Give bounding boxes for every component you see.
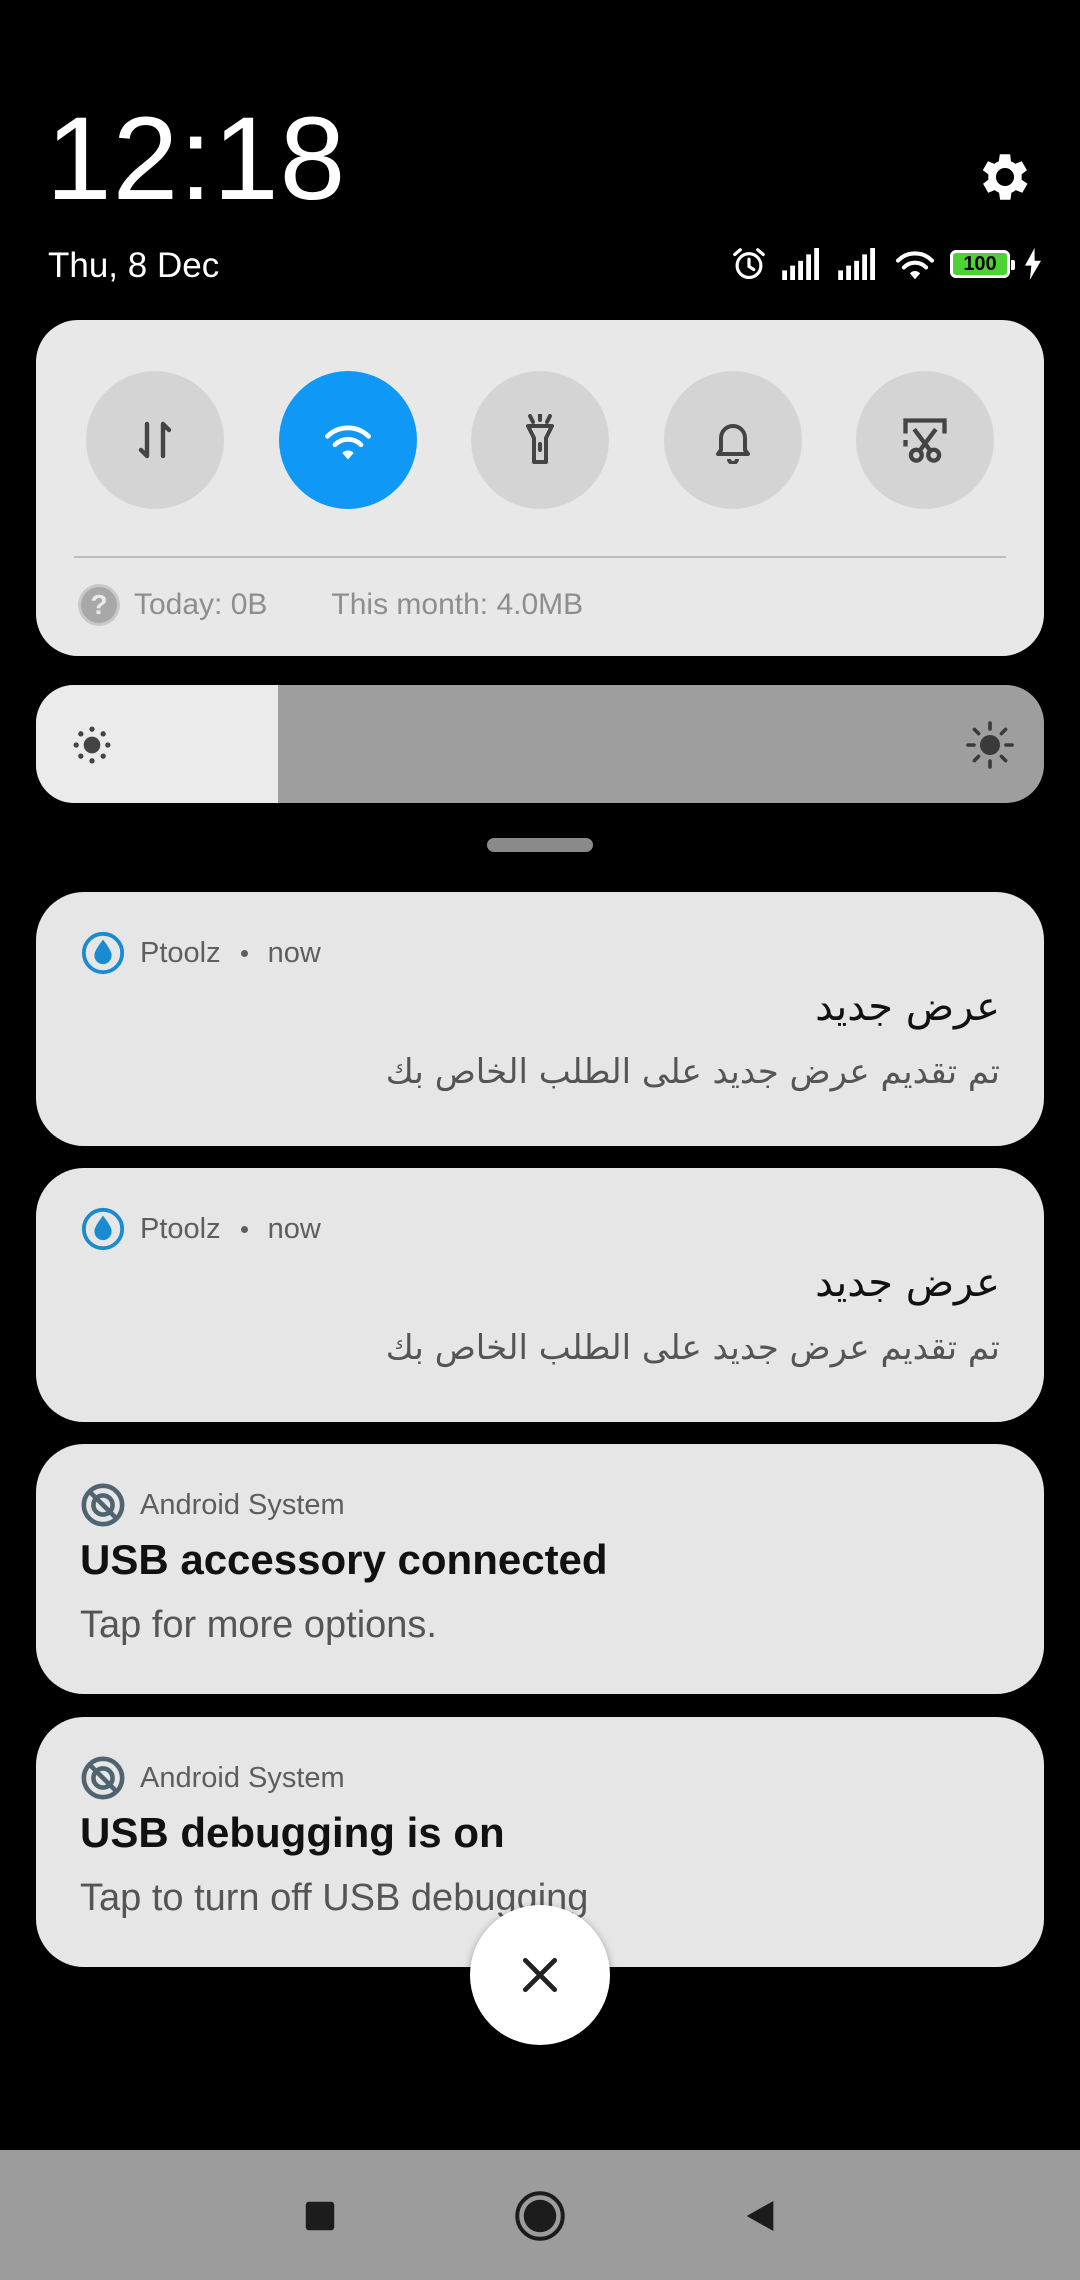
usage-month: This month: 4.0MB (331, 588, 584, 621)
notification-time: now (267, 936, 321, 969)
notification-app-name: Ptoolz (140, 1212, 221, 1245)
scissors-screen-icon (903, 418, 947, 463)
brightness-high-icon (966, 721, 1014, 769)
notification-header: Android System (80, 1755, 345, 1801)
data-usage-row[interactable]: ? Today: 0B This month: 4.0MB (78, 584, 583, 626)
battery-icon: 100 (950, 250, 1015, 278)
notification-header: Android System (80, 1482, 345, 1528)
notification-text: تم تقديم عرض جديد على الطلب الخاص بك (385, 1052, 1000, 1092)
sound-toggle[interactable] (664, 371, 802, 509)
divider (74, 556, 1006, 558)
usage-today: Today: 0B (134, 588, 268, 621)
notification-title: USB accessory connected (80, 1536, 608, 1583)
notification-card[interactable]: Ptoolz now عرض جديد تم تقديم عرض جديد عل… (36, 1168, 1044, 1422)
back-button[interactable] (734, 2190, 786, 2242)
separator-dot (240, 949, 248, 957)
wifi-icon (895, 251, 935, 280)
clear-all-button[interactable] (470, 1905, 610, 2045)
clock[interactable]: 12:18 (46, 100, 346, 218)
home-button[interactable] (514, 2190, 566, 2242)
quick-settings-panel: ? Today: 0B This month: 4.0MB (36, 320, 1044, 656)
home-circle-icon (515, 2191, 565, 2241)
screenshot-toggle[interactable] (856, 371, 994, 509)
question-icon: ? (78, 584, 120, 626)
android-system-icon (81, 1483, 125, 1527)
back-triangle-icon (746, 2201, 774, 2231)
notification-title: USB debugging is on (80, 1809, 505, 1856)
recents-button[interactable] (294, 2190, 346, 2242)
android-system-icon (81, 1756, 125, 1800)
mobile-data-toggle[interactable] (86, 371, 224, 509)
flashlight-toggle[interactable] (471, 371, 609, 509)
flashlight-icon (526, 414, 554, 464)
notification-title: عرض جديد (815, 1260, 1000, 1306)
signal-icon (782, 248, 819, 280)
settings-gear-icon[interactable] (974, 146, 1036, 208)
notification-text: Tap for more options. (80, 1604, 437, 1646)
notification-text: تم تقديم عرض جديد على الطلب الخاص بك (385, 1328, 1000, 1368)
notification-header: Ptoolz now (80, 1206, 321, 1252)
notification-title: عرض جديد (815, 984, 1000, 1030)
notification-card[interactable]: Android System USB accessory connected T… (36, 1444, 1044, 1694)
status-bar-icons: 100 (730, 244, 1042, 284)
brightness-low-icon (73, 726, 111, 764)
notification-app-name: Android System (140, 1761, 345, 1794)
notification-header: Ptoolz now (80, 930, 321, 976)
ptoolz-app-icon (81, 931, 125, 975)
ptoolz-app-icon (81, 1207, 125, 1251)
brightness-slider[interactable] (36, 685, 1044, 803)
wifi-icon (325, 425, 371, 460)
separator-dot (240, 1225, 248, 1233)
notification-time: now (267, 1212, 321, 1245)
notification-card[interactable]: Ptoolz now عرض جديد تم تقديم عرض جديد عل… (36, 892, 1044, 1146)
navigation-bar (0, 2150, 1080, 2280)
charging-icon (1025, 248, 1041, 280)
alarm-icon (733, 248, 765, 280)
panel-drag-handle[interactable] (487, 838, 593, 852)
wifi-toggle[interactable] (279, 371, 417, 509)
square-icon (305, 2201, 335, 2231)
close-icon (522, 1957, 558, 1993)
notification-app-name: Ptoolz (140, 936, 221, 969)
signal-icon (838, 248, 875, 280)
notification-app-name: Android System (140, 1488, 345, 1521)
data-arrows-icon (138, 421, 172, 459)
battery-level: 100 (963, 252, 997, 275)
bell-icon (716, 424, 750, 464)
date-label[interactable]: Thu, 8 Dec (48, 246, 219, 286)
